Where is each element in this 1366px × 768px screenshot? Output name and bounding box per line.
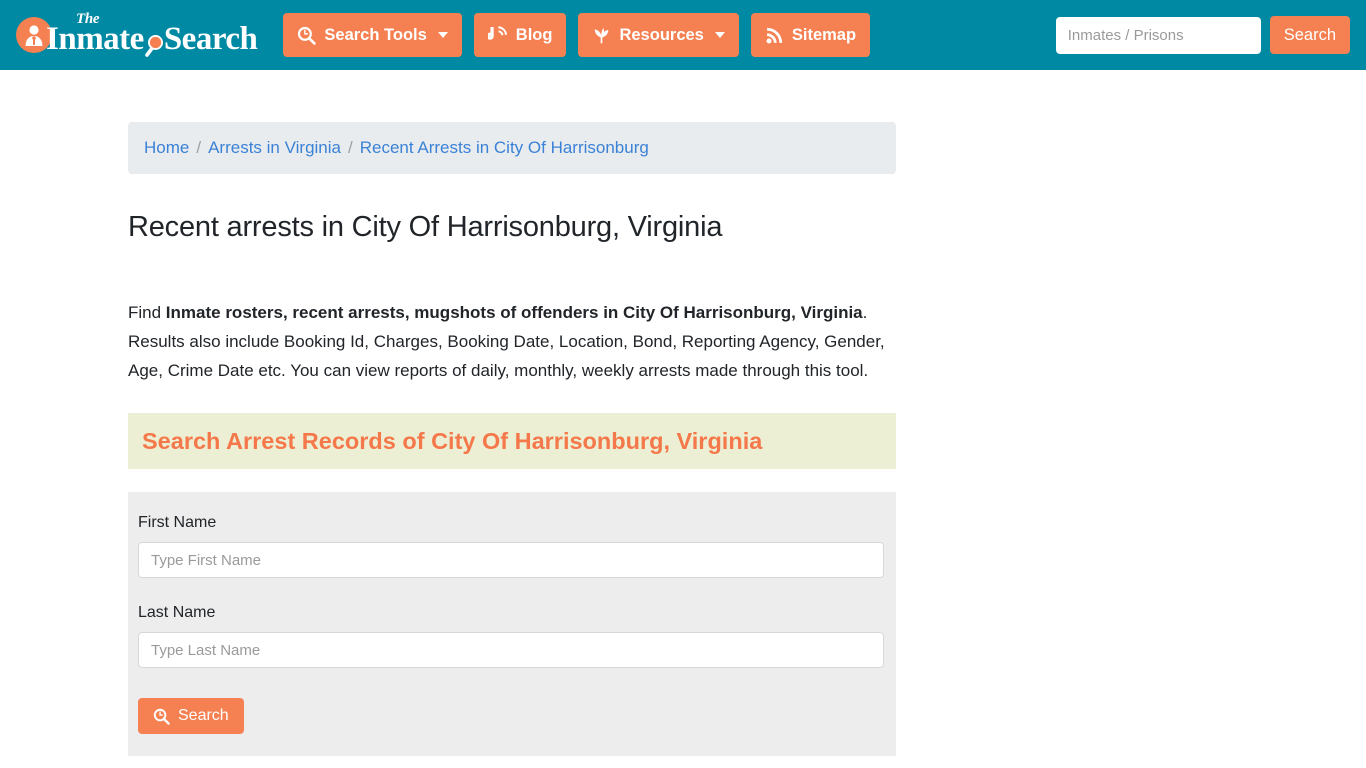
blogger-rss-icon bbox=[487, 25, 508, 45]
nav-sitemap-button[interactable]: Sitemap bbox=[750, 13, 871, 57]
banner-title: Search Arrest Records of City Of Harriso… bbox=[142, 427, 763, 454]
last-name-label: Last Name bbox=[138, 604, 216, 621]
first-name-field-group: First Name bbox=[138, 514, 886, 578]
rss-icon bbox=[765, 26, 784, 45]
chevron-down-icon bbox=[714, 32, 725, 38]
logo-word-inmate: Inmate bbox=[46, 21, 144, 57]
form-search-button[interactable]: Search bbox=[138, 698, 244, 734]
nav-blog-button[interactable]: Blog bbox=[473, 13, 567, 57]
search-records-banner: Search Arrest Records of City Of Harriso… bbox=[128, 413, 896, 469]
first-name-input[interactable] bbox=[138, 542, 884, 578]
page-description: Find Inmate rosters, recent arrests, mug… bbox=[128, 298, 888, 385]
magnifier-icon bbox=[142, 32, 164, 58]
nav-label: Sitemap bbox=[791, 25, 857, 44]
lead-prefix: Find bbox=[128, 303, 166, 322]
breadcrumb: Home / Arrests in Virginia / Recent Arre… bbox=[128, 122, 896, 174]
last-name-field-group: Last Name bbox=[138, 604, 886, 668]
last-name-input[interactable] bbox=[138, 632, 884, 668]
breadcrumb-item-home[interactable]: Home bbox=[144, 138, 189, 158]
breadcrumb-item-arrests-in-virginia[interactable]: Arrests in Virginia bbox=[208, 138, 341, 158]
nav-label: Blog bbox=[515, 25, 553, 44]
page-title: Recent arrests in City Of Harrisonburg, … bbox=[128, 211, 723, 243]
main-nav: Search Tools Blog Resources Sitemap bbox=[283, 13, 871, 57]
nav-resources-button[interactable]: Resources bbox=[578, 13, 739, 57]
breadcrumb-item-current[interactable]: Recent Arrests in City Of Harrisonburg bbox=[360, 138, 649, 158]
form-search-label: Search bbox=[178, 707, 229, 724]
nav-label: Resources bbox=[619, 25, 704, 44]
magnifier-clock-icon bbox=[297, 26, 317, 45]
header-search-group: Search bbox=[1055, 16, 1350, 54]
breadcrumb-separator: / bbox=[348, 138, 353, 157]
site-logo[interactable]: The Inmate Search bbox=[16, 11, 258, 59]
header-search-button[interactable]: Search bbox=[1269, 16, 1350, 54]
magnifier-clock-icon bbox=[153, 708, 170, 725]
first-name-label: First Name bbox=[138, 514, 217, 531]
logo-word-search: Search bbox=[163, 21, 258, 57]
nav-search-tools-button[interactable]: Search Tools bbox=[283, 13, 462, 57]
page-content: Home / Arrests in Virginia / Recent Arre… bbox=[0, 70, 1366, 756]
nav-label: Search Tools bbox=[324, 25, 427, 44]
site-header: The Inmate Search Search Tools Blog Reso… bbox=[0, 0, 1366, 70]
arrest-search-form: First Name Last Name Search bbox=[128, 492, 896, 756]
logo-the-text: The bbox=[76, 11, 100, 27]
content-container: Home / Arrests in Virginia / Recent Arre… bbox=[128, 122, 896, 756]
chevron-down-icon bbox=[437, 32, 448, 38]
lead-bold: Inmate rosters, recent arrests, mugshots… bbox=[165, 303, 863, 322]
leaf-icon bbox=[592, 26, 611, 45]
breadcrumb-separator: / bbox=[196, 138, 202, 157]
header-search-input[interactable] bbox=[1055, 16, 1261, 54]
